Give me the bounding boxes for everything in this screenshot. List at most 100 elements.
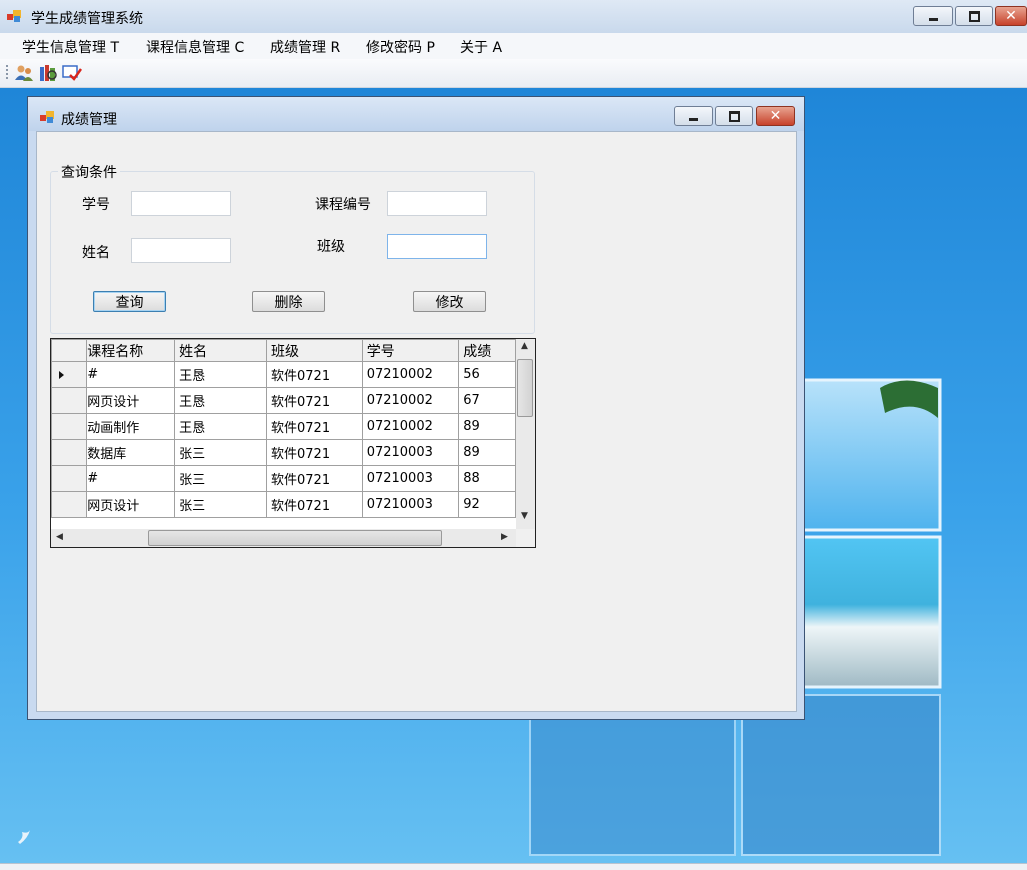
column-header-name[interactable]: 姓名 xyxy=(174,339,268,362)
row-header-corner[interactable] xyxy=(51,339,88,362)
modify-button[interactable]: 修改 xyxy=(413,291,486,312)
minimize-icon xyxy=(689,117,698,121)
cell-name[interactable]: 王恳 xyxy=(174,413,268,440)
horizontal-scroll-thumb[interactable] xyxy=(148,530,442,546)
course-id-input[interactable] xyxy=(387,191,487,216)
column-header-student-id[interactable]: 学号 xyxy=(361,339,460,362)
minimize-button[interactable] xyxy=(913,6,953,26)
table-row[interactable]: # 王恳 软件0721 07210002 56 xyxy=(51,361,516,388)
delete-button[interactable]: 删除 xyxy=(252,291,325,312)
course-id-label: 课程编号 xyxy=(315,197,371,213)
child-title: 成绩管理 xyxy=(61,112,117,128)
cell-class[interactable]: 软件0721 xyxy=(266,361,363,388)
cell-course[interactable]: 网页设计 xyxy=(86,491,176,518)
grid-horizontal-scrollbar[interactable]: ◀ ▶ xyxy=(51,529,516,547)
query-button[interactable]: 查询 xyxy=(93,291,166,312)
vertical-scroll-thumb[interactable] xyxy=(517,359,533,417)
column-header-course[interactable]: 课程名称 xyxy=(86,339,176,362)
close-icon: ✕ xyxy=(1005,8,1017,24)
row-header[interactable] xyxy=(51,361,88,388)
cell-name[interactable]: 王恳 xyxy=(174,361,268,388)
name-input[interactable] xyxy=(131,238,231,263)
corner-logo-icon xyxy=(18,830,30,844)
toolbar xyxy=(0,59,1027,88)
table-row[interactable]: 动画制作 王恳 软件0721 07210002 89 xyxy=(51,413,516,440)
grades-datagrid[interactable]: 课程名称 姓名 班级 学号 成绩 # 王恳 软件0721 07210002 56 网页设计… xyxy=(50,338,536,548)
row-header[interactable] xyxy=(51,465,88,492)
grade-check-icon[interactable] xyxy=(62,63,82,83)
cell-student-id[interactable]: 07210003 xyxy=(361,465,460,492)
cell-student-id[interactable]: 07210003 xyxy=(361,439,460,466)
name-label: 姓名 xyxy=(82,245,110,261)
cell-class[interactable]: 软件0721 xyxy=(266,439,363,466)
menubar: 学生信息管理 T 课程信息管理 C 成绩管理 R 修改密码 P 关于 A xyxy=(0,33,1027,59)
query-groupbox: 查询条件 学号 课程编号 姓名 班级 查询 删除 修改 xyxy=(50,162,535,334)
cell-score[interactable]: 88 xyxy=(458,465,516,492)
cell-class[interactable]: 软件0721 xyxy=(266,491,363,518)
current-row-arrow-icon xyxy=(59,371,64,379)
cell-name[interactable]: 张三 xyxy=(174,491,268,518)
cell-class[interactable]: 软件0721 xyxy=(266,465,363,492)
cell-student-id[interactable]: 07210002 xyxy=(361,387,460,414)
child-app-icon xyxy=(40,111,54,123)
close-button[interactable]: ✕ xyxy=(995,6,1027,26)
cell-course[interactable]: 数据库 xyxy=(86,439,176,466)
student-id-input[interactable] xyxy=(131,191,231,216)
cell-name[interactable]: 王恳 xyxy=(174,387,268,414)
column-header-score[interactable]: 成绩 xyxy=(458,339,516,362)
cell-student-id[interactable]: 07210002 xyxy=(361,413,460,440)
child-minimize-button[interactable] xyxy=(674,106,713,126)
table-row[interactable]: 数据库 张三 软件0721 07210003 89 xyxy=(51,439,516,466)
cell-score[interactable]: 89 xyxy=(458,413,516,440)
cell-student-id[interactable]: 07210003 xyxy=(361,491,460,518)
child-close-button[interactable]: ✕ xyxy=(756,106,795,126)
child-titlebar[interactable]: 成绩管理 ✕ xyxy=(28,97,804,131)
menu-about[interactable]: 关于 A xyxy=(460,37,502,57)
cell-score[interactable]: 67 xyxy=(458,387,516,414)
minimize-icon xyxy=(928,17,938,21)
cell-score[interactable]: 56 xyxy=(458,361,516,388)
column-header-class[interactable]: 班级 xyxy=(266,339,363,362)
cell-course[interactable]: # xyxy=(86,361,176,388)
cell-course[interactable]: 动画制作 xyxy=(86,413,176,440)
class-label: 班级 xyxy=(317,239,345,255)
row-header[interactable] xyxy=(51,491,88,518)
query-group-title: 查询条件 xyxy=(58,162,120,182)
scroll-down-icon[interactable]: ▼ xyxy=(521,511,528,521)
cell-score[interactable]: 92 xyxy=(458,491,516,518)
table-row[interactable]: 网页设计 王恳 软件0721 07210002 67 xyxy=(51,387,516,414)
menu-change-password[interactable]: 修改密码 P xyxy=(366,37,435,57)
maximize-button[interactable] xyxy=(955,6,993,26)
menu-course-info[interactable]: 课程信息管理 C xyxy=(146,37,244,57)
grid-vertical-scrollbar[interactable]: ▲ ▼ xyxy=(516,339,535,529)
scroll-up-icon[interactable]: ▲ xyxy=(521,341,528,351)
cell-course[interactable]: 网页设计 xyxy=(86,387,176,414)
row-header[interactable] xyxy=(51,439,88,466)
row-header[interactable] xyxy=(51,387,88,414)
table-row[interactable]: # 张三 软件0721 07210003 88 xyxy=(51,465,516,492)
grade-management-window: 成绩管理 ✕ 查询条件 学号 课程编号 姓名 班级 查询 删除 修改 课程名称 … xyxy=(27,96,805,720)
cell-course[interactable]: # xyxy=(86,465,176,492)
users-icon[interactable] xyxy=(14,63,34,83)
menu-grade-management[interactable]: 成绩管理 R xyxy=(270,37,340,57)
cell-score[interactable]: 89 xyxy=(458,439,516,466)
class-input[interactable] xyxy=(387,234,487,259)
grid-table: 课程名称 姓名 班级 学号 成绩 # 王恳 软件0721 07210002 56 网页设计… xyxy=(51,339,516,518)
menu-student-info[interactable]: 学生信息管理 T xyxy=(22,37,119,57)
child-maximize-button[interactable] xyxy=(715,106,753,126)
row-header[interactable] xyxy=(51,413,88,440)
main-titlebar[interactable]: 学生成绩管理系统 ✕ xyxy=(0,0,1027,33)
scroll-left-icon[interactable]: ◀ xyxy=(56,532,63,542)
table-row[interactable]: 网页设计 张三 软件0721 07210003 92 xyxy=(51,491,516,518)
cell-class[interactable]: 软件0721 xyxy=(266,413,363,440)
books-icon[interactable] xyxy=(38,63,58,83)
toolbar-grip[interactable] xyxy=(6,65,8,81)
cell-name[interactable]: 张三 xyxy=(174,439,268,466)
cell-name[interactable]: 张三 xyxy=(174,465,268,492)
student-id-label: 学号 xyxy=(82,197,110,213)
cell-class[interactable]: 软件0721 xyxy=(266,387,363,414)
app-icon xyxy=(7,10,21,22)
scroll-right-icon[interactable]: ▶ xyxy=(501,532,508,542)
maximize-icon xyxy=(968,10,980,22)
cell-student-id[interactable]: 07210002 xyxy=(361,361,460,388)
